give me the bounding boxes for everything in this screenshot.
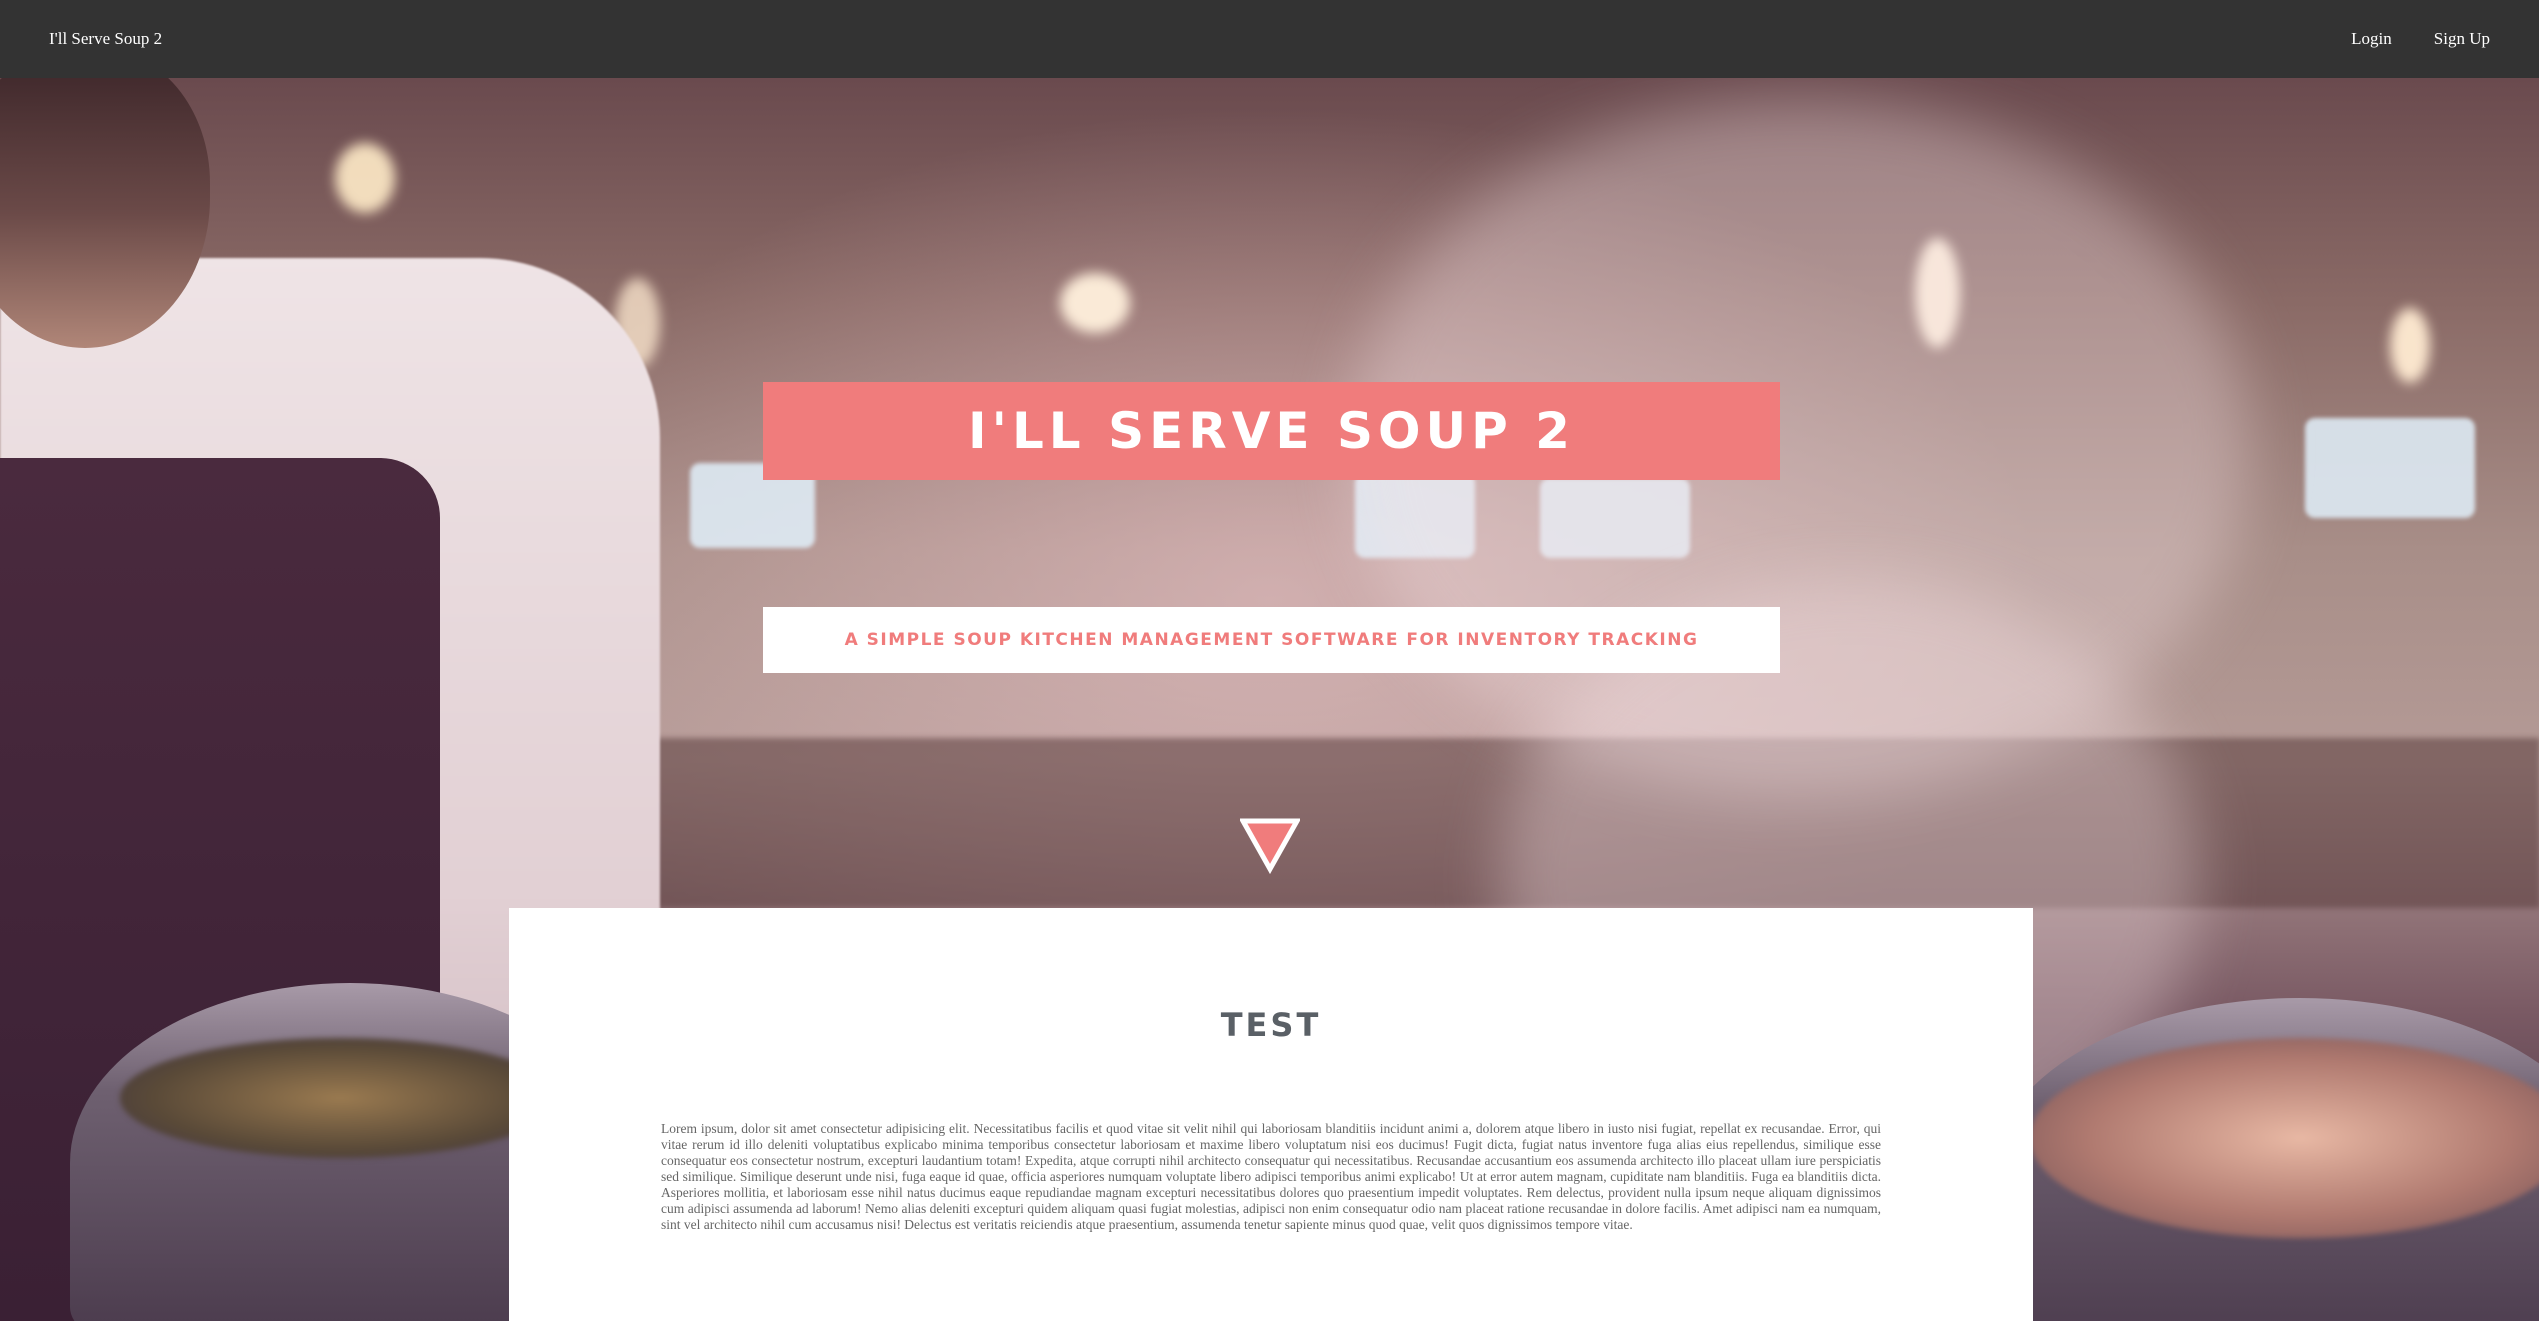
section-body: Lorem ipsum, dolor sit amet consectetur … [661, 1121, 1881, 1232]
hero-title: I'LL SERVE SOUP 2 [968, 402, 1575, 460]
ceiling-light [1060, 273, 1130, 333]
section-title: TEST [1220, 1006, 1322, 1044]
hero-subtitle: A SIMPLE SOUP KITCHEN MANAGEMENT SOFTWAR… [844, 630, 1699, 650]
sign-up-link[interactable]: Sign Up [2434, 29, 2490, 49]
top-navbar: I'll Serve Soup 2 Login Sign Up [0, 0, 2539, 78]
login-link[interactable]: Login [2351, 29, 2392, 49]
pot-food [2030, 1038, 2539, 1238]
triangle-down-icon[interactable] [1240, 818, 1300, 874]
hero-subtitle-banner: A SIMPLE SOUP KITCHEN MANAGEMENT SOFTWAR… [763, 607, 1780, 673]
ceiling-light [2390, 308, 2430, 383]
nav-links: Login Sign Up [2351, 29, 2490, 49]
content-card: TEST Lorem ipsum, dolor sit amet consect… [509, 908, 2033, 1321]
hero-title-banner: I'LL SERVE SOUP 2 [763, 382, 1780, 480]
brand-link[interactable]: I'll Serve Soup 2 [49, 29, 162, 49]
background-window [2305, 418, 2475, 518]
pot-food [120, 1038, 560, 1158]
ceiling-light [335, 143, 395, 213]
